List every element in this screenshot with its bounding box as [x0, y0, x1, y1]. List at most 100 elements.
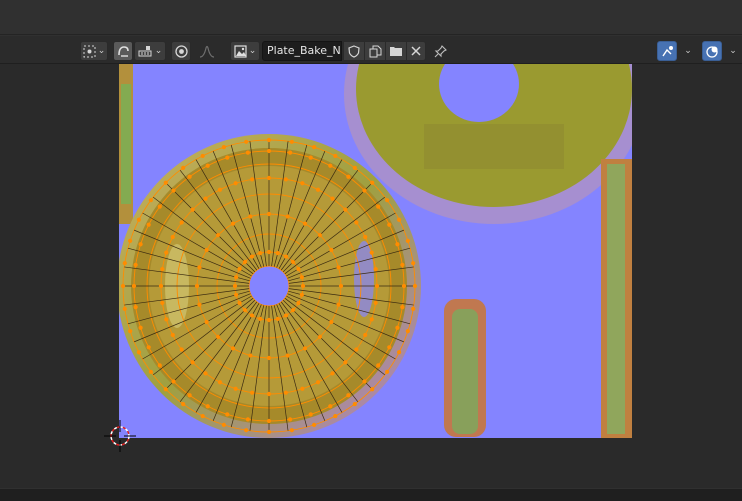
uv-vertex[interactable]	[203, 371, 208, 376]
uv-vertex[interactable]	[283, 313, 289, 318]
uv-vertex[interactable]	[352, 165, 357, 170]
uv-vertex[interactable]	[289, 139, 294, 144]
uv-vertex[interactable]	[288, 150, 293, 155]
uv-vertex[interactable]	[205, 163, 210, 168]
uv-vertex[interactable]	[128, 238, 133, 243]
uv-vertex[interactable]	[302, 346, 308, 351]
uv-vertex[interactable]	[299, 275, 304, 280]
uv-vertex[interactable]	[136, 217, 142, 222]
uv-vertex[interactable]	[266, 137, 272, 143]
uv-vertex[interactable]	[248, 214, 253, 219]
uv-vertex[interactable]	[148, 198, 153, 203]
uv-vertex[interactable]	[242, 259, 248, 265]
uv-vertex[interactable]	[164, 317, 169, 322]
uv-vertex[interactable]	[160, 267, 165, 272]
uv-vertex[interactable]	[200, 153, 205, 159]
uv-vertex[interactable]	[312, 422, 317, 427]
uv-vertex[interactable]	[317, 334, 323, 340]
uv-vertex[interactable]	[333, 413, 338, 419]
uv-vertex[interactable]	[204, 319, 209, 325]
uv-vertex[interactable]	[400, 305, 405, 310]
uv-vertex[interactable]	[234, 292, 239, 297]
uv-vertex[interactable]	[290, 307, 296, 313]
uv-vertex[interactable]	[283, 254, 289, 259]
uv-vertex[interactable]	[225, 412, 230, 417]
uv-vertex[interactable]	[329, 247, 334, 253]
uv-vertex[interactable]	[336, 265, 341, 270]
uv-vertex[interactable]	[230, 221, 236, 226]
uv-vertex[interactable]	[187, 174, 192, 179]
uv-vertex[interactable]	[369, 317, 374, 322]
2d-cursor-icon[interactable]	[104, 420, 136, 452]
uv-vertex[interactable]	[411, 306, 416, 311]
uv-vertex[interactable]	[401, 283, 407, 289]
fake-user-button[interactable]	[343, 41, 365, 61]
uv-vertex[interactable]	[308, 155, 313, 160]
uv-vertex[interactable]	[405, 238, 410, 243]
uv-vertex[interactable]	[317, 232, 323, 238]
uv-vertex[interactable]	[170, 332, 175, 338]
uv-vertex[interactable]	[157, 363, 162, 368]
uv-vertex[interactable]	[190, 207, 195, 212]
uv-vertex[interactable]	[266, 249, 272, 255]
uv-vertex[interactable]	[329, 319, 334, 325]
uv-vertex[interactable]	[346, 393, 351, 398]
uv-vertex[interactable]	[157, 204, 162, 209]
gizmo-dropdown[interactable]: ⌄	[678, 41, 696, 61]
uv-vertex[interactable]	[122, 306, 127, 311]
uv-vertex[interactable]	[215, 232, 221, 238]
uv-vertex[interactable]	[181, 402, 186, 407]
uv-vertex[interactable]	[396, 350, 402, 355]
uv-vertex[interactable]	[376, 363, 381, 368]
uv-vertex[interactable]	[120, 283, 126, 289]
uv-vertex[interactable]	[328, 163, 333, 168]
uv-vertex[interactable]	[285, 214, 290, 219]
uv-vertex[interactable]	[395, 242, 400, 247]
uv-vertex[interactable]	[237, 300, 242, 306]
uv-vertex[interactable]	[138, 325, 143, 330]
uv-vertex[interactable]	[245, 417, 250, 422]
uv-vertex[interactable]	[197, 265, 202, 270]
uv-vertex[interactable]	[387, 345, 392, 350]
uv-vertex[interactable]	[133, 262, 138, 267]
uv-vertex[interactable]	[244, 428, 249, 433]
uv-vertex[interactable]	[330, 371, 335, 376]
uv-vertex[interactable]	[249, 254, 255, 259]
uv-vertex[interactable]	[373, 267, 378, 272]
uv-vertex[interactable]	[385, 369, 390, 374]
uv-vertex[interactable]	[205, 404, 210, 409]
image-name-field[interactable]: Plate_Bake_N	[262, 41, 342, 61]
uv-vertex[interactable]	[146, 222, 151, 227]
uv-vertex[interactable]	[285, 353, 290, 358]
uv-vertex[interactable]	[237, 266, 242, 272]
uv-vertex[interactable]	[234, 275, 239, 280]
uv-vertex[interactable]	[296, 300, 301, 306]
uv-sync-selection-toggle[interactable]	[113, 41, 133, 61]
overlay-toggle[interactable]	[702, 41, 722, 61]
uv-vertex[interactable]	[266, 175, 272, 181]
uv-vertex[interactable]	[232, 283, 238, 289]
uv-vertex[interactable]	[354, 220, 359, 225]
uv-vertex[interactable]	[225, 155, 230, 160]
overlay-dropdown[interactable]: ⌄	[723, 41, 741, 61]
unlink-image-button[interactable]	[406, 41, 426, 61]
uv-vertex[interactable]	[217, 187, 223, 192]
uv-vertex[interactable]	[400, 262, 405, 267]
uv-vertex[interactable]	[328, 404, 333, 409]
uv-vertex[interactable]	[283, 177, 288, 182]
uv-vertex[interactable]	[179, 347, 184, 352]
uv-vertex[interactable]	[289, 428, 294, 433]
uv-vertex[interactable]	[343, 360, 348, 365]
uv-vertex[interactable]	[374, 283, 380, 289]
uv-vertex[interactable]	[204, 247, 209, 253]
uv-vertex[interactable]	[266, 391, 272, 397]
uv-vertex[interactable]	[128, 329, 133, 334]
uv-vertex[interactable]	[133, 305, 138, 310]
uv-vertex[interactable]	[164, 250, 169, 255]
uv-vertex[interactable]	[217, 380, 223, 385]
gizmo-toggle[interactable]	[657, 41, 677, 61]
uv-vertex[interactable]	[233, 181, 238, 186]
uv-vertex[interactable]	[385, 198, 390, 203]
normal-map-image[interactable]	[119, 64, 632, 438]
uv-vertex[interactable]	[215, 334, 221, 340]
